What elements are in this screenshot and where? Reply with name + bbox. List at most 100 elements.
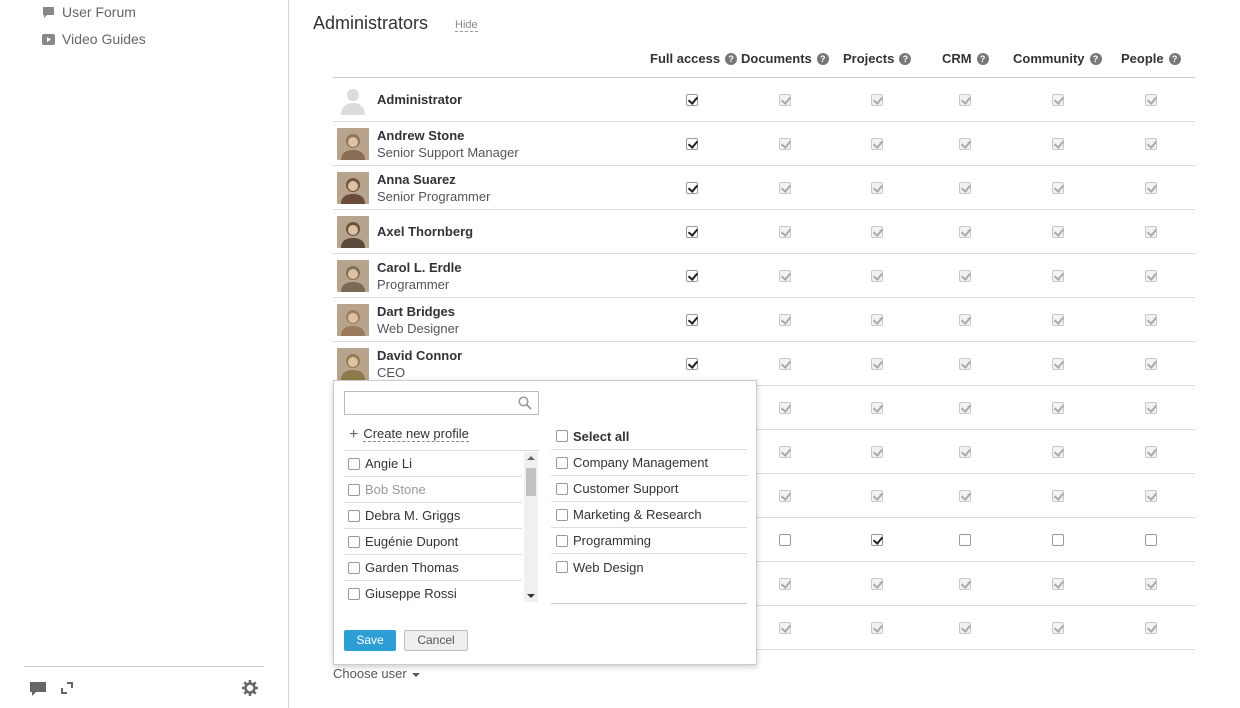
user-checkbox[interactable] <box>348 587 360 600</box>
avatar <box>337 216 369 248</box>
documents-checkbox[interactable] <box>779 534 791 546</box>
group-list-item[interactable]: Company Management <box>551 450 747 476</box>
crm-checkbox[interactable] <box>959 534 971 546</box>
people-checkbox <box>1145 138 1157 150</box>
default-avatar-icon <box>341 89 365 115</box>
user-name[interactable]: Andrew Stone <box>377 128 464 143</box>
crm-checkbox <box>959 402 971 414</box>
group-option-label: Programming <box>573 533 652 548</box>
user-name[interactable]: Axel Thornberg <box>377 224 473 239</box>
group-option-label: Web Design <box>573 559 644 575</box>
full-access-checkbox[interactable] <box>686 270 698 282</box>
documents-checkbox <box>779 94 791 106</box>
people-checkbox <box>1145 622 1157 634</box>
scroll-thumb[interactable] <box>526 468 536 496</box>
user-title: Senior Support Manager <box>377 145 519 160</box>
group-list-item[interactable]: Customer Support <box>551 476 747 502</box>
page-title: Administrators <box>313 13 429 33</box>
user-checkbox[interactable] <box>348 509 360 522</box>
user-list-item[interactable]: Bob Stone <box>344 477 522 503</box>
table-row: Anna Suarez Senior Programmer <box>333 166 1195 210</box>
gear-icon[interactable] <box>241 679 259 697</box>
user-list-item[interactable]: Eugénie Dupont <box>344 529 522 555</box>
projects-checkbox <box>871 578 883 590</box>
create-new-profile-link[interactable]: + Create new profile <box>349 427 469 443</box>
user-checkbox[interactable] <box>348 535 360 548</box>
user-checkbox[interactable] <box>348 457 360 470</box>
full-access-checkbox[interactable] <box>686 358 698 370</box>
full-access-checkbox[interactable] <box>686 138 698 150</box>
user-list-item[interactable]: Debra M. Griggs <box>344 503 522 529</box>
projects-checkbox <box>871 402 883 414</box>
user-list-scrollbar[interactable] <box>524 452 538 602</box>
column-header-crm: CRM? <box>942 51 989 66</box>
column-header-label: People <box>1121 51 1164 66</box>
user-list-item[interactable]: Garden Thomas <box>344 555 522 581</box>
full-access-checkbox[interactable] <box>686 314 698 326</box>
select-all-checkbox[interactable] <box>556 430 568 442</box>
people-checkbox[interactable] <box>1145 534 1157 546</box>
group-checkbox[interactable] <box>556 561 568 573</box>
help-icon[interactable]: ? <box>899 52 912 65</box>
documents-checkbox <box>779 446 791 458</box>
help-icon[interactable]: ? <box>1089 52 1102 65</box>
user-list-item[interactable]: Giuseppe Rossi <box>344 581 522 603</box>
video-guides-label: Video Guides <box>62 31 146 47</box>
community-checkbox <box>1052 270 1064 282</box>
scroll-up-icon[interactable] <box>527 456 535 460</box>
full-access-checkbox[interactable] <box>686 94 698 106</box>
cancel-button[interactable]: Cancel <box>404 630 468 651</box>
projects-checkbox <box>871 314 883 326</box>
search-input[interactable] <box>344 391 539 415</box>
full-access-checkbox[interactable] <box>686 226 698 238</box>
choose-user-dropdown[interactable]: Choose user <box>333 666 420 681</box>
group-checkbox[interactable] <box>556 482 568 495</box>
video-guides-link[interactable]: Video Guides <box>42 31 146 47</box>
user-option-label: Debra M. Griggs <box>365 508 461 523</box>
avatar <box>337 348 369 380</box>
scroll-down-icon[interactable] <box>527 594 535 598</box>
user-name[interactable]: David Connor <box>377 348 462 363</box>
hide-link[interactable]: Hide <box>455 19 478 32</box>
documents-checkbox <box>779 182 791 194</box>
group-checkbox[interactable] <box>556 534 568 547</box>
expand-icon[interactable] <box>58 679 76 697</box>
column-header-documents: Documents? <box>741 51 829 66</box>
group-list-item[interactable]: Marketing & Research <box>551 502 747 528</box>
table-row: Andrew Stone Senior Support Manager <box>333 122 1195 166</box>
projects-checkbox[interactable] <box>871 534 883 546</box>
community-checkbox[interactable] <box>1052 534 1064 546</box>
full-access-checkbox[interactable] <box>686 182 698 194</box>
user-option-label: Eugénie Dupont <box>365 534 459 549</box>
group-option-label: Marketing & Research <box>573 507 702 522</box>
crm-checkbox <box>959 578 971 590</box>
user-list-item[interactable]: Angie Li <box>344 451 522 477</box>
user-checkbox[interactable] <box>348 561 360 574</box>
user-checkbox[interactable] <box>348 483 360 496</box>
user-title: Web Designer <box>377 321 460 336</box>
documents-checkbox <box>779 270 791 282</box>
save-button[interactable]: Save <box>344 630 396 651</box>
user-name[interactable]: Administrator <box>377 92 462 107</box>
group-checkbox[interactable] <box>556 456 568 469</box>
people-checkbox <box>1145 226 1157 238</box>
user-name[interactable]: Dart Bridges <box>377 304 455 319</box>
user-name[interactable]: Anna Suarez <box>377 172 456 187</box>
help-icon[interactable]: ? <box>816 52 829 65</box>
group-checkbox[interactable] <box>556 508 568 521</box>
user-title: CEO <box>377 365 406 380</box>
projects-checkbox <box>871 94 883 106</box>
chat-icon[interactable] <box>29 679 47 697</box>
group-list-item[interactable]: Programming <box>551 528 747 554</box>
help-icon[interactable]: ? <box>1168 52 1181 65</box>
projects-checkbox <box>871 226 883 238</box>
help-icon[interactable]: ? <box>725 52 738 65</box>
user-name[interactable]: Carol L. Erdle <box>377 260 462 275</box>
table-row: Dart Bridges Web Designer <box>333 298 1195 342</box>
help-icon[interactable]: ? <box>976 52 989 65</box>
user-forum-link[interactable]: User Forum <box>42 4 136 20</box>
group-list-item[interactable]: Web Design <box>551 554 747 580</box>
search-icon[interactable] <box>518 396 532 410</box>
table-row: Administrator <box>333 78 1195 122</box>
select-all-option[interactable]: Select all <box>551 423 747 450</box>
